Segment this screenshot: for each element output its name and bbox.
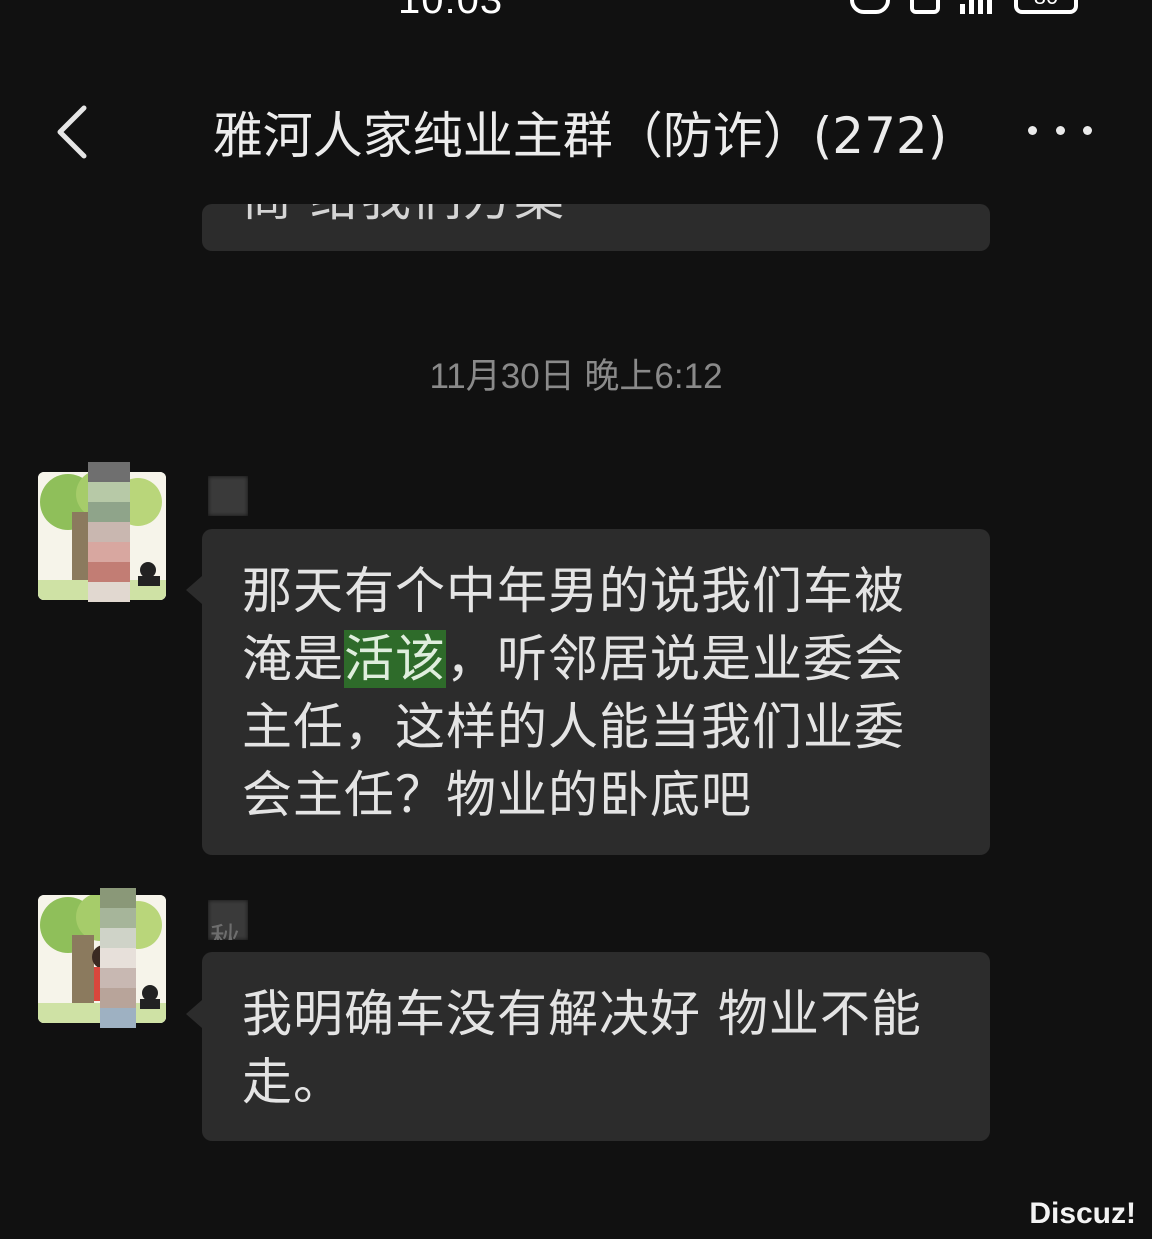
watermark: Discuz!	[1029, 1197, 1136, 1230]
sender-name: 秋	[208, 900, 248, 940]
bubble-tail	[186, 576, 202, 604]
status-icons	[850, 0, 992, 14]
battery-icon: 80	[1014, 0, 1078, 14]
back-arrow-icon[interactable]	[52, 102, 108, 162]
message-bubble[interactable]: 我明确车没有解决好 物业不能走。	[202, 952, 990, 1141]
chat-title: 雅河人家纯业主群（防诈）(272)	[212, 107, 948, 165]
eye-icon	[850, 0, 890, 14]
status-bar: 10:03 80	[0, 0, 1152, 30]
previous-message-text: 商 给我们方案	[242, 204, 565, 232]
nfc-icon	[910, 0, 940, 14]
sender-name-text: 秋	[210, 922, 240, 940]
previous-message-bubble[interactable]: 商 给我们方案	[202, 204, 990, 251]
status-time: 10:03	[398, 0, 504, 22]
censor-mosaic	[100, 888, 136, 1028]
message-timestamp: 11月30日 晚上6:12	[429, 357, 723, 396]
censor-mosaic	[88, 462, 130, 602]
chat-header: 雅河人家纯业主群（防诈）(272)	[0, 60, 1152, 200]
message-text: 我明确车没有解决好 物业不能走。	[242, 985, 922, 1111]
sender-name	[208, 476, 248, 516]
signal-icon	[960, 0, 992, 14]
bubble-tail	[186, 1000, 202, 1028]
more-options-icon[interactable]	[1028, 118, 1092, 142]
message-bubble[interactable]: 那天有个中年男的说我们车被淹是活该，听邻居说是业委会主任，这样的人能当我们业委会…	[202, 529, 990, 855]
highlighted-keyword[interactable]: 活该	[344, 630, 446, 688]
censor-blur	[208, 476, 248, 516]
